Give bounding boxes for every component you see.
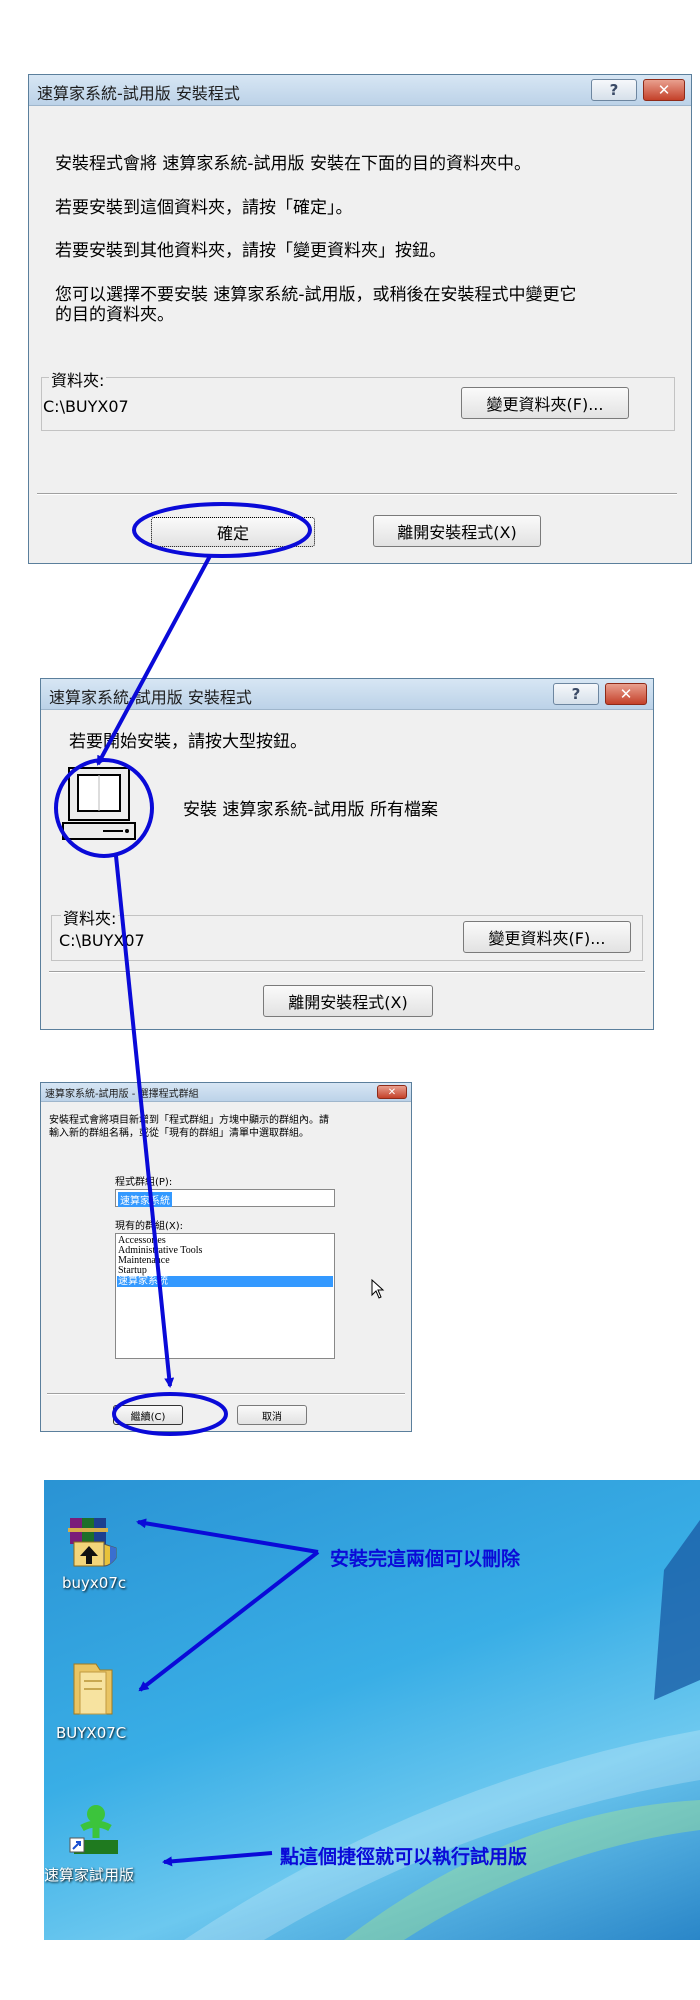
program-group-dialog: 速算家系統-試用版 - 選擇程式群組 ✕ 安裝程式會將項目新增到「程式群組」方塊…: [40, 1082, 412, 1432]
exit-setup-button[interactable]: 離開安裝程式(X): [373, 515, 541, 547]
dialog-title: 速算家系統-試用版 安裝程式: [49, 688, 252, 707]
change-folder-button[interactable]: 變更資料夾(F)...: [461, 387, 629, 419]
separator: [37, 493, 677, 495]
program-group-input[interactable]: 速算家系統: [115, 1189, 335, 1207]
archive-installer-icon[interactable]: [64, 1510, 124, 1570]
title-bar: 速算家系統-試用版 安裝程式 ? ✕: [29, 75, 691, 106]
install-computer-icon[interactable]: [59, 765, 139, 845]
folder-path: C:\BUYX07: [43, 397, 129, 416]
list-item[interactable]: Startup: [118, 1266, 147, 1276]
folder-legend: 資料夾:: [49, 367, 107, 391]
delete-annotation: 安裝完這兩個可以刪除: [330, 1548, 521, 1570]
existing-groups-list[interactable]: Accessories Administrative Tools Mainten…: [115, 1233, 335, 1359]
list-item-selected[interactable]: 速算家系統: [117, 1276, 333, 1287]
change-instruction-text: 若要安裝到其他資料夾，請按「變更資料夾」按鈕。: [55, 241, 446, 261]
group-description-2: 輸入新的群組名稱，或從「現有的群組」清單中選取群組。: [49, 1128, 309, 1139]
title-bar: 速算家系統-試用版 安裝程式 ? ✕: [41, 679, 653, 710]
folder-icon[interactable]: [66, 1658, 120, 1718]
mouse-cursor-icon: [371, 1278, 385, 1303]
cancel-instruction-text-2: 的目的資料夾。: [55, 305, 174, 325]
close-button[interactable]: ✕: [605, 683, 647, 705]
cancel-button[interactable]: 取消: [237, 1405, 307, 1425]
setup-dialog-install: 速算家系統-試用版 安裝程式 ? ✕ 若要開始安裝，請按大型按鈕。 安裝 速算家…: [40, 678, 654, 1030]
help-button[interactable]: ?: [553, 683, 599, 705]
exit-setup-button[interactable]: 離開安裝程式(X): [263, 985, 433, 1017]
existing-groups-label: 現有的群組(X):: [115, 1221, 184, 1232]
ok-button[interactable]: 確定: [151, 517, 315, 547]
change-folder-button[interactable]: 變更資料夾(F)...: [463, 921, 631, 953]
desktop-area: buyx07c BUYX07C 速算家試用版 安裝完這兩個可以刪除 點這個捷徑就…: [44, 1480, 700, 1940]
title-bar: 速算家系統-試用版 - 選擇程式群組 ✕: [41, 1083, 411, 1102]
help-button[interactable]: ?: [591, 79, 637, 101]
folder-path: C:\BUYX07: [59, 931, 145, 950]
separator: [47, 1393, 405, 1395]
dialog-title: 速算家系統-試用版 安裝程式: [37, 84, 240, 103]
program-group-value: 速算家系統: [118, 1192, 172, 1207]
close-button[interactable]: ✕: [643, 79, 685, 101]
install-instruction-text: 若要開始安裝，請按大型按鈕。: [69, 732, 307, 752]
archive-installer-label: buyx07c: [62, 1574, 127, 1592]
folder-label: BUYX07C: [56, 1724, 127, 1742]
shortcut-annotation: 點這個捷徑就可以執行試用版: [280, 1846, 528, 1868]
program-group-label: 程式群組(P):: [115, 1177, 173, 1188]
intro-text: 安裝程式會將 速算家系統-試用版 安裝在下面的目的資料夾中。: [55, 154, 531, 174]
continue-button[interactable]: 繼續(C): [113, 1405, 183, 1425]
trial-shortcut-label: 速算家試用版: [44, 1866, 135, 1884]
dialog-title: 速算家系統-試用版 - 選擇程式群組: [45, 1089, 199, 1100]
setup-dialog-folder: 速算家系統-試用版 安裝程式 ? ✕ 安裝程式會將 速算家系統-試用版 安裝在下…: [28, 74, 692, 564]
separator: [49, 971, 645, 973]
close-button[interactable]: ✕: [377, 1085, 407, 1099]
folder-legend: 資料夾:: [61, 905, 119, 929]
ok-instruction-text: 若要安裝到這個資料夾，請按「確定」。: [55, 198, 353, 218]
trial-shortcut-icon[interactable]: [68, 1802, 124, 1858]
install-label: 安裝 速算家系統-試用版 所有檔案: [183, 800, 438, 820]
